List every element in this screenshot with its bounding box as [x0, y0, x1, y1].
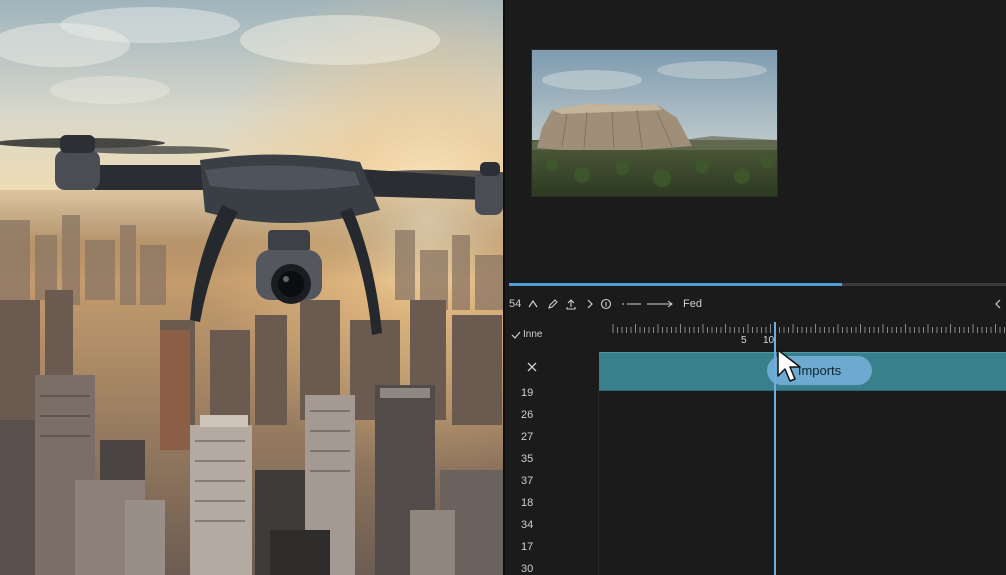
- lane-separator: [598, 390, 599, 575]
- mouse-cursor-icon: [777, 349, 801, 382]
- close-icon[interactable]: [525, 360, 539, 374]
- dash-separator-icon: [622, 303, 641, 305]
- ruler-label-10: 10: [763, 335, 775, 346]
- track-number: 26: [521, 409, 534, 421]
- timecode-readout: 54: [509, 298, 522, 310]
- up-caret-icon[interactable]: [527, 298, 539, 310]
- track-header-label: Inne: [523, 329, 543, 340]
- track-number: 19: [521, 387, 534, 399]
- track-header[interactable]: Inne: [509, 328, 595, 342]
- landscape-thumbnail-art: [532, 50, 777, 196]
- arrow-right-icon[interactable]: [646, 298, 676, 310]
- app-root: 54 Fed Inne 5 10 Imports 19 26 27 35 37 …: [0, 0, 1006, 575]
- upload-icon[interactable]: [565, 298, 577, 310]
- playback-progress[interactable]: [509, 283, 1006, 286]
- pencil-icon[interactable]: [547, 298, 559, 310]
- collapse-chevron-icon[interactable]: [992, 298, 1004, 310]
- track-number: 27: [521, 431, 534, 443]
- drone-photo: [0, 0, 503, 575]
- track-number: 34: [521, 519, 534, 531]
- timeline-toolbar: 54 Fed: [509, 294, 1006, 314]
- track-number: 30: [521, 563, 534, 575]
- drone-photo-art: [0, 0, 503, 575]
- timeline-ruler[interactable]: [612, 322, 1006, 346]
- fed-label: Fed: [683, 298, 702, 310]
- track-number: 17: [521, 541, 534, 553]
- ruler-label-5: 5: [741, 335, 747, 346]
- info-icon[interactable]: [600, 298, 612, 310]
- panel-divider: [503, 0, 505, 575]
- chevron-right-icon[interactable]: [584, 298, 596, 310]
- track-number: 37: [521, 475, 534, 487]
- check-icon: [511, 331, 521, 339]
- track-number: 35: [521, 453, 534, 465]
- playback-progress-fill: [509, 283, 842, 286]
- track-number: 18: [521, 497, 534, 509]
- preview-thumbnail[interactable]: [531, 49, 778, 197]
